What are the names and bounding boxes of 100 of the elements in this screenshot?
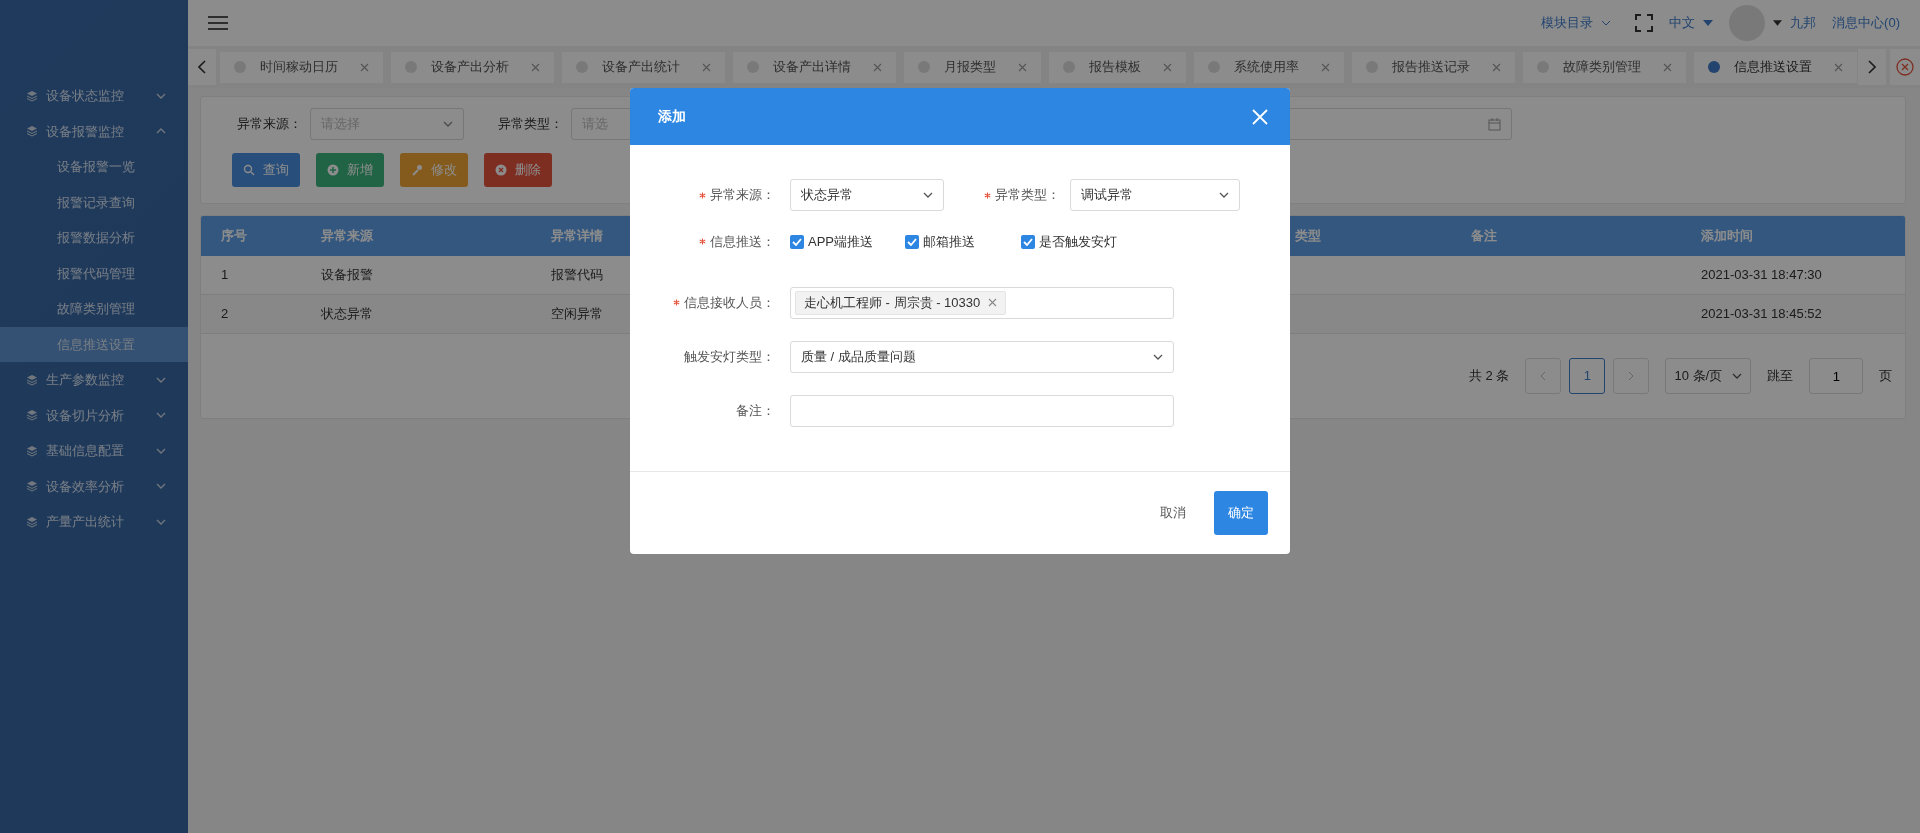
calendar-icon	[1488, 117, 1501, 131]
field-label: 备注：	[736, 401, 775, 420]
language-menu[interactable]: 中文	[1669, 13, 1696, 33]
sidebar-subitem[interactable]: 报警记录查询	[0, 184, 188, 220]
close-all-button[interactable]	[1890, 49, 1920, 85]
checkbox[interactable]	[905, 234, 919, 249]
tab[interactable]: 故障类别管理	[1523, 51, 1686, 83]
sidebar-subitem[interactable]: 报警数据分析	[0, 220, 188, 256]
tab[interactable]: 信息推送设置	[1694, 51, 1857, 83]
sidebar-item[interactable]: 设备切片分析	[0, 397, 188, 433]
column-header: 异常详情	[551, 227, 603, 246]
chevron-down-icon	[156, 412, 166, 419]
previous-page-button[interactable]	[1525, 358, 1562, 394]
message-center-link[interactable]: 消息中心(0)	[1832, 13, 1900, 33]
chevron-down-icon	[156, 518, 166, 525]
search-button[interactable]: 查询	[232, 153, 300, 187]
select-field[interactable]: 质量 / 成品质量问题	[790, 340, 1174, 373]
sidebar-subitem[interactable]: 报警代码管理	[0, 255, 188, 291]
layers-icon	[26, 480, 38, 493]
dialog-title: 添加	[658, 107, 686, 126]
tab[interactable]: 月报类型	[904, 51, 1041, 83]
layers-icon	[26, 373, 38, 386]
add-button[interactable]: 新增	[316, 153, 384, 187]
close-icon[interactable]	[1163, 62, 1172, 72]
tab[interactable]: 设备产出分析	[391, 51, 554, 83]
tab[interactable]: 报告模板	[1049, 51, 1186, 83]
sidebar-item[interactable]: 设备报警监控	[0, 113, 188, 149]
scroll-right-button[interactable]	[1858, 49, 1886, 85]
column-header: 添加时间	[1701, 227, 1753, 246]
sidebar-subitem[interactable]: 信息推送设置	[0, 326, 188, 362]
sidebar-item[interactable]: 设备效率分析	[0, 468, 188, 504]
chevron-down-icon	[156, 447, 166, 454]
chevron-down-icon	[156, 376, 166, 383]
layers-icon	[26, 515, 38, 528]
close-icon[interactable]	[988, 298, 998, 307]
fullscreen-icon[interactable]	[1635, 14, 1654, 32]
checkbox[interactable]	[1021, 234, 1035, 249]
table-cell: 状态异常	[321, 306, 373, 322]
tag: 走心机工程师 - 周宗贵 - 10330	[795, 290, 1007, 315]
user-name[interactable]: 九邦	[1790, 13, 1817, 33]
tab[interactable]: 设备产出统计	[562, 51, 725, 83]
close-icon[interactable]	[702, 62, 711, 72]
table-cell: 2021-03-31 18:47:30	[1701, 267, 1822, 283]
field-label: 信息推送：	[710, 233, 775, 251]
jump-label: 跳至	[1767, 367, 1794, 386]
remark-input[interactable]	[790, 394, 1174, 427]
chevron-down-icon	[923, 192, 933, 198]
menu-icon[interactable]	[208, 15, 228, 31]
select-field[interactable]: 调试异常	[1070, 179, 1240, 211]
delete-button[interactable]: 删除	[484, 153, 552, 187]
sidebar-item[interactable]: 生产参数监控	[0, 362, 188, 398]
close-icon[interactable]	[1663, 62, 1672, 72]
close-icon[interactable]	[1492, 62, 1501, 72]
close-icon[interactable]	[1321, 62, 1330, 72]
edit-button[interactable]: 修改	[400, 153, 468, 187]
close-icon[interactable]	[531, 62, 540, 72]
page-suffix: 页	[1879, 367, 1893, 386]
scroll-left-button[interactable]	[188, 49, 216, 85]
layers-icon	[26, 444, 38, 457]
tab[interactable]: 系统使用率	[1194, 51, 1344, 83]
column-header: 备注	[1471, 227, 1497, 246]
sidebar-item[interactable]: 基础信息配置	[0, 433, 188, 469]
chevron-down-icon	[1219, 192, 1229, 198]
column-header: 类型	[1295, 227, 1321, 246]
chevron-right-icon	[1628, 371, 1635, 381]
plus-icon	[327, 164, 339, 176]
chevron-down-icon	[443, 121, 453, 127]
check-icon	[1023, 237, 1033, 246]
close-icon[interactable]	[1834, 62, 1843, 72]
tab[interactable]: 时间稼动日历	[220, 51, 383, 83]
check-icon	[792, 237, 802, 246]
table-cell: 2	[221, 306, 229, 322]
tab[interactable]: 设备产出详情	[733, 51, 896, 83]
filter-label: 异常类型：	[498, 115, 563, 134]
multi-select-field[interactable]: 走心机工程师 - 周宗贵 - 10330	[790, 286, 1174, 319]
page-jump-input[interactable]: 1	[1809, 358, 1864, 394]
sidebar-item[interactable]: 设备状态监控	[0, 78, 188, 114]
chevron-icon	[1601, 20, 1612, 26]
field-label: 异常类型：	[995, 186, 1060, 205]
confirm-button[interactable]: 确定	[1214, 490, 1268, 535]
tab[interactable]: 报告推送记录	[1352, 51, 1515, 83]
sidebar-subitem[interactable]: 故障类别管理	[0, 291, 188, 327]
close-icon[interactable]	[873, 62, 882, 72]
page-button[interactable]: 1	[1569, 358, 1606, 394]
close-icon	[1896, 58, 1914, 76]
chevron-right-icon	[1868, 60, 1876, 74]
select-field[interactable]: 状态异常	[790, 179, 944, 211]
sidebar-item[interactable]: 产量产出统计	[0, 504, 188, 540]
close-icon	[495, 164, 507, 176]
close-icon[interactable]	[360, 62, 369, 72]
field-label: 触发安灯类型：	[684, 347, 775, 366]
page-size-select[interactable]: 10 条/页	[1665, 358, 1752, 394]
caret-icon	[1773, 20, 1783, 26]
table-cell: 设备报警	[321, 267, 373, 283]
wrench-icon	[411, 164, 423, 176]
layers-icon	[26, 409, 38, 422]
checkbox[interactable]	[790, 234, 804, 249]
module-menu[interactable]: 模块目录	[1541, 13, 1594, 33]
close-icon[interactable]	[1018, 62, 1027, 72]
next-page-button[interactable]	[1613, 358, 1650, 394]
